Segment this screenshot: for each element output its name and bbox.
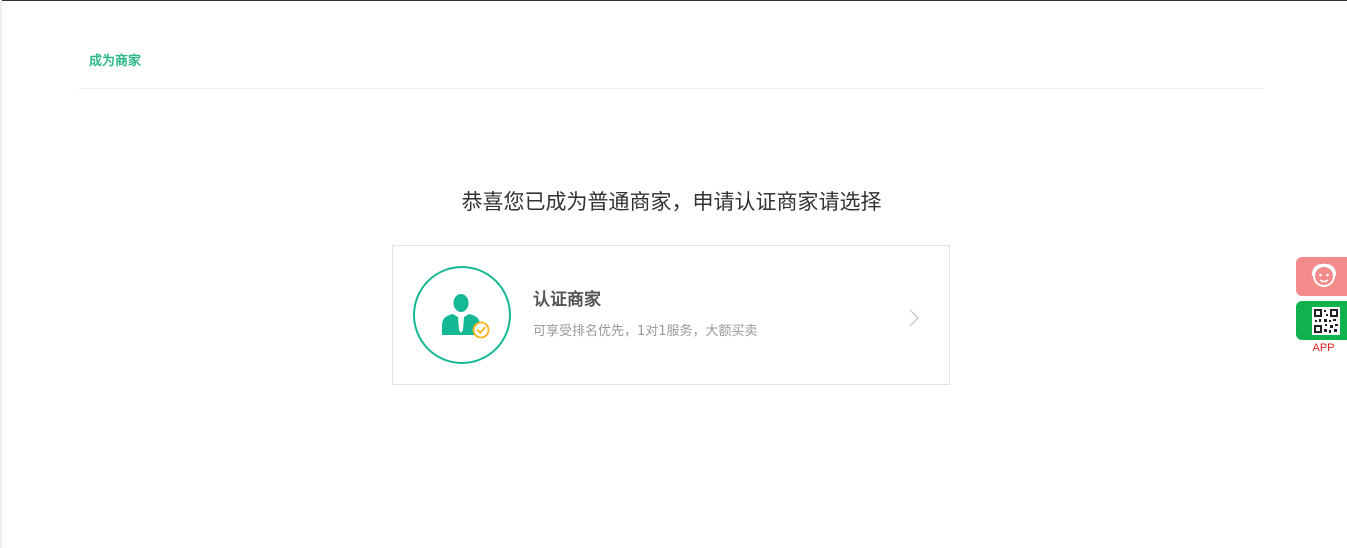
qr-code-icon — [1312, 307, 1340, 335]
certified-merchant-card[interactable]: 认证商家 可享受排名优先，1对1服务，大额买卖 — [392, 245, 950, 385]
app-label[interactable]: APP — [1296, 341, 1347, 355]
app-download-button[interactable] — [1296, 301, 1347, 340]
chevron-right-icon — [909, 309, 920, 327]
option-title: 认证商家 — [533, 290, 601, 310]
customer-service-icon — [1311, 263, 1337, 287]
customer-service-button[interactable] — [1296, 257, 1347, 296]
top-border — [0, 0, 1347, 1]
option-description: 可享受排名优先，1对1服务，大额买卖 — [533, 324, 758, 339]
certified-merchant-icon — [442, 294, 490, 339]
certified-merchant-icon-circle — [413, 266, 511, 364]
page-headline: 恭喜您已成为普通商家，申请认证商家请选择 — [461, 190, 882, 214]
breadcrumb-become-merchant[interactable]: 成为商家 — [89, 53, 141, 71]
left-border — [0, 0, 2, 548]
header-divider — [79, 88, 1264, 89]
